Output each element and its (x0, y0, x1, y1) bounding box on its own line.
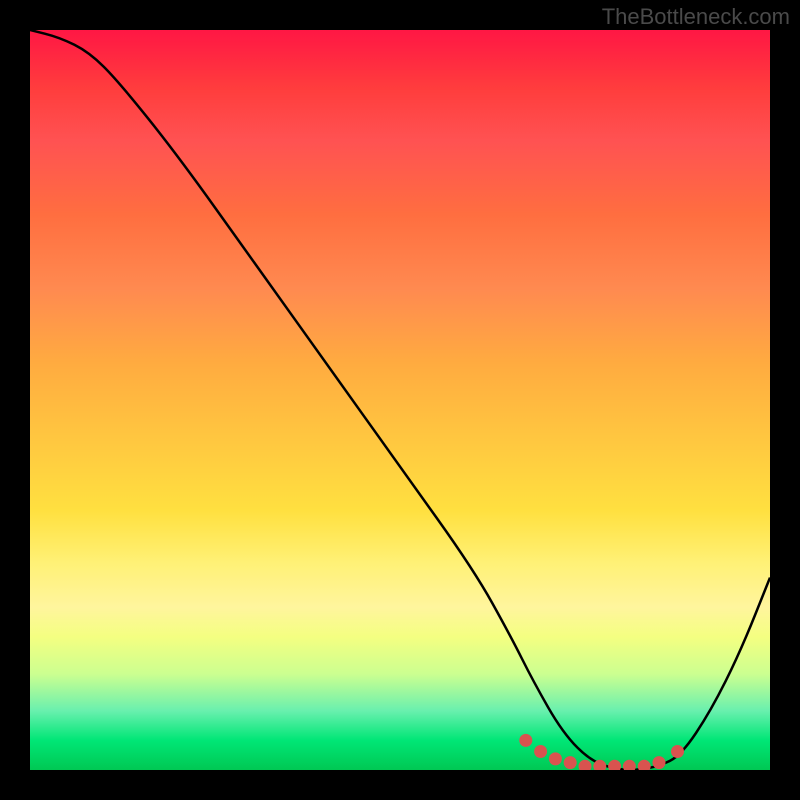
optimal-range-markers (519, 734, 684, 770)
marker-dot (579, 760, 592, 770)
marker-dot (564, 756, 577, 769)
marker-dot (671, 745, 684, 758)
marker-dot (549, 752, 562, 765)
marker-dot (623, 760, 636, 770)
marker-dot (653, 756, 666, 769)
chart-plot-area (30, 30, 770, 770)
marker-dot (519, 734, 532, 747)
marker-dot (638, 760, 651, 770)
watermark-text: TheBottleneck.com (602, 4, 790, 30)
marker-dot (534, 745, 547, 758)
marker-dot (608, 760, 621, 770)
bottleneck-curve-line (30, 30, 770, 770)
chart-svg (30, 30, 770, 770)
